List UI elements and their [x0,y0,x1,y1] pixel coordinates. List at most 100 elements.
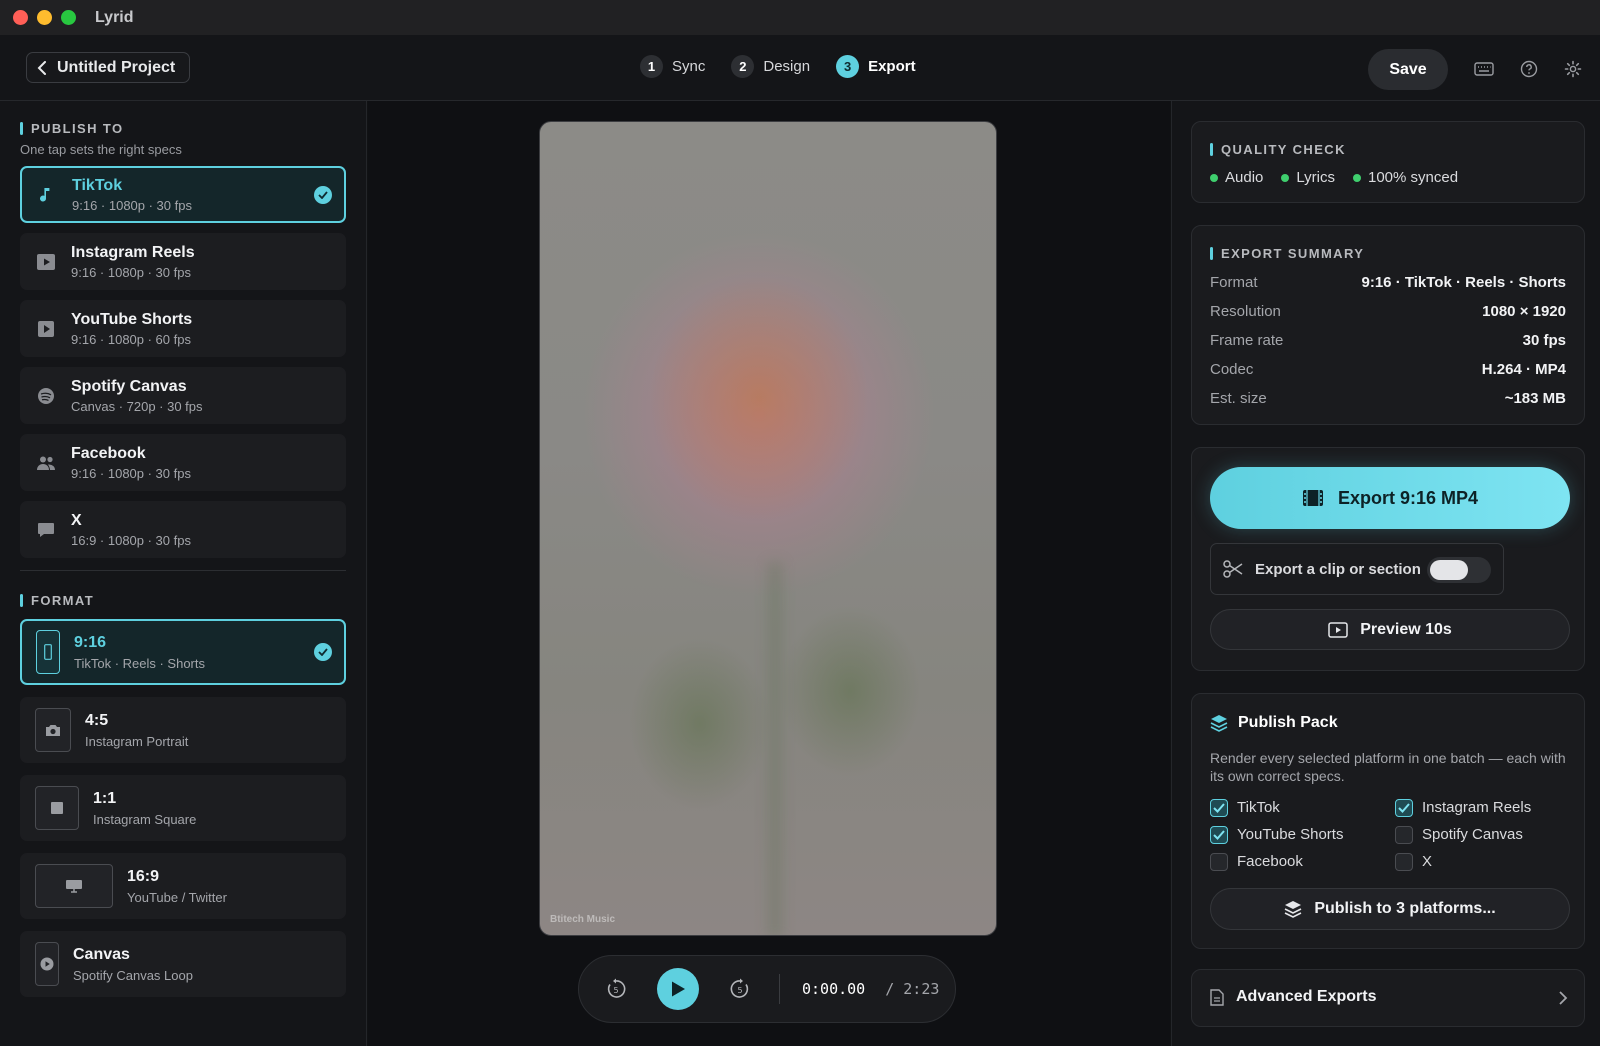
preview-10s-button[interactable]: Preview 10s [1210,609,1570,650]
play-button[interactable] [657,968,699,1010]
film-icon [1302,490,1323,506]
chat-bubble-icon [36,520,56,540]
project-name: Untitled Project [57,58,176,76]
quality-audio-ok: Audio [1210,169,1263,186]
forward-5s-icon[interactable]: 5 [727,976,753,1002]
export-clip-toggle[interactable] [1427,557,1491,583]
checkbox-checked[interactable] [1210,825,1228,844]
back-to-project-button[interactable]: Untitled Project [26,52,191,83]
step-design[interactable]: 2 Design [731,55,810,78]
close-window-button[interactable] [13,10,28,25]
video-preview[interactable]: Btitech Music [539,121,997,936]
platform-x[interactable]: X 16:9 · 1080p · 30 fps [20,501,346,558]
publish-pack-title: Publish Pack [1210,714,1338,732]
preview-image-stem [768,562,782,935]
format-1-1[interactable]: 1:1 Instagram Square [20,775,346,841]
window-controls [13,10,76,25]
chevron-right-icon [1559,991,1568,1005]
settings-gear-icon[interactable] [1563,59,1583,79]
square-icon [35,786,79,830]
layers-icon [1210,715,1228,732]
quality-sync-ok: 100% synced [1353,169,1458,186]
publish-option-x[interactable]: X [1395,852,1550,871]
preview-area: Btitech Music 5 5 0:00.00 / 2:23 [368,101,1170,1046]
publish-to-subtitle: One tap sets the right specs [20,142,182,157]
play-box-icon [36,252,56,272]
minimize-window-button[interactable] [37,10,52,25]
platform-instagram-reels[interactable]: Instagram Reels 9:16 · 1080p · 30 fps [20,233,346,290]
publish-pack-description: Render every selected platform in one ba… [1210,750,1566,784]
phone-icon [36,630,60,674]
svg-text:5: 5 [613,986,618,995]
disc-icon [36,386,56,406]
publish-option-instagram-reels[interactable]: Instagram Reels [1395,798,1550,817]
checkbox-checked[interactable] [1395,798,1413,817]
format-title: FORMAT [20,593,346,608]
format-canvas[interactable]: Canvas Spotify Canvas Loop [20,931,346,997]
save-button[interactable]: Save [1368,49,1448,90]
export-summary-card: EXPORT SUMMARY Format 9:16 · TikTok · Ree… [1191,225,1585,425]
rewind-5s-icon[interactable]: 5 [603,976,629,1002]
quality-check-title: QUALITY CHECK [1210,142,1346,157]
step-export[interactable]: 3 Export [836,55,916,78]
export-card: Export 9:16 MP4 Export a clip or section… [1191,447,1585,671]
play-circle-icon [35,942,59,986]
window-titlebar: Lyrid [0,0,1600,35]
summary-row-codec: Codec H.264 · MP4 [1210,361,1566,378]
checkbox-checked[interactable] [1210,798,1228,817]
preview-watermark: Btitech Music [550,914,616,925]
publish-to-title: PUBLISH TO [20,121,346,136]
svg-text:5: 5 [737,986,742,995]
left-panel: PUBLISH TO One tap sets the right specs … [0,101,367,1046]
player-divider [779,974,780,1004]
app-title: Lyrid [95,8,134,26]
checkbox-unchecked[interactable] [1210,852,1228,871]
advanced-exports-row[interactable]: Advanced Exports [1191,969,1585,1027]
advanced-exports: Advanced Exports [1210,988,1376,1006]
scissors-icon [1223,560,1243,578]
format-16-9[interactable]: 16:9 YouTube / Twitter [20,853,346,919]
platform-facebook[interactable]: Facebook 9:16 · 1080p · 30 fps [20,434,346,491]
checkbox-unchecked[interactable] [1395,852,1413,871]
export-clip-row: Export a clip or section [1210,543,1504,595]
checkbox-unchecked[interactable] [1395,825,1413,844]
right-panel: QUALITY CHECK Audio Lyrics 100% synced E… [1171,101,1600,1046]
platform-spotify-canvas[interactable]: Spotify Canvas Canvas · 720p · 30 fps [20,367,346,424]
summary-row-frame-rate: Frame rate 30 fps [1210,332,1566,349]
play-box-icon [1328,621,1348,638]
format-4-5[interactable]: 4:5 Instagram Portrait [20,697,346,763]
quality-check-items: Audio Lyrics 100% synced [1210,169,1458,186]
play-box-icon [36,319,56,339]
export-summary-title: EXPORT SUMMARY [1210,246,1364,261]
selected-check-icon [314,643,332,661]
platform-youtube-shorts[interactable]: YouTube Shorts 9:16 · 1080p · 60 fps [20,300,346,357]
top-toolbar: Untitled Project 1 Sync 2 Design 3 Export S… [0,35,1600,101]
publish-option-youtube-shorts[interactable]: YouTube Shorts [1210,825,1395,844]
platform-tiktok[interactable]: TikTok 9:16 · 1080p · 30 fps [20,166,346,223]
step-sync[interactable]: 1 Sync [640,55,705,78]
help-icon[interactable] [1519,59,1539,79]
people-icon [36,453,56,473]
summary-row-est-size: Est. size ~183 MB [1210,390,1566,407]
selected-check-icon [314,185,332,204]
total-duration: / 2:23 [885,980,940,998]
monitor-icon [35,864,113,908]
camera-icon [35,708,71,752]
format-9-16[interactable]: 9:16 TikTok · Reels · Shorts [20,619,346,685]
summary-row-format: Format 9:16 · TikTok · Reels · Shorts [1210,274,1566,291]
quality-check-card: QUALITY CHECK Audio Lyrics 100% synced [1191,121,1585,203]
publish-option-facebook[interactable]: Facebook [1210,852,1395,871]
keyboard-icon[interactable] [1474,59,1494,79]
summary-row-resolution: Resolution 1080 × 1920 [1210,303,1566,320]
publish-platforms-button[interactable]: Publish to 3 platforms... [1210,888,1570,930]
export-mp4-button[interactable]: Export 9:16 MP4 [1210,467,1570,529]
publish-option-tiktok[interactable]: TikTok [1210,798,1395,817]
document-icon [1210,988,1224,1006]
layers-icon [1284,901,1302,918]
play-icon [672,981,685,997]
playback-controls: 5 5 0:00.00 / 2:23 [578,955,956,1023]
publish-pack-card: Publish Pack Render every selected platf… [1191,693,1585,949]
section-divider [20,570,346,571]
publish-option-spotify-canvas[interactable]: Spotify Canvas [1395,825,1550,844]
zoom-window-button[interactable] [61,10,76,25]
